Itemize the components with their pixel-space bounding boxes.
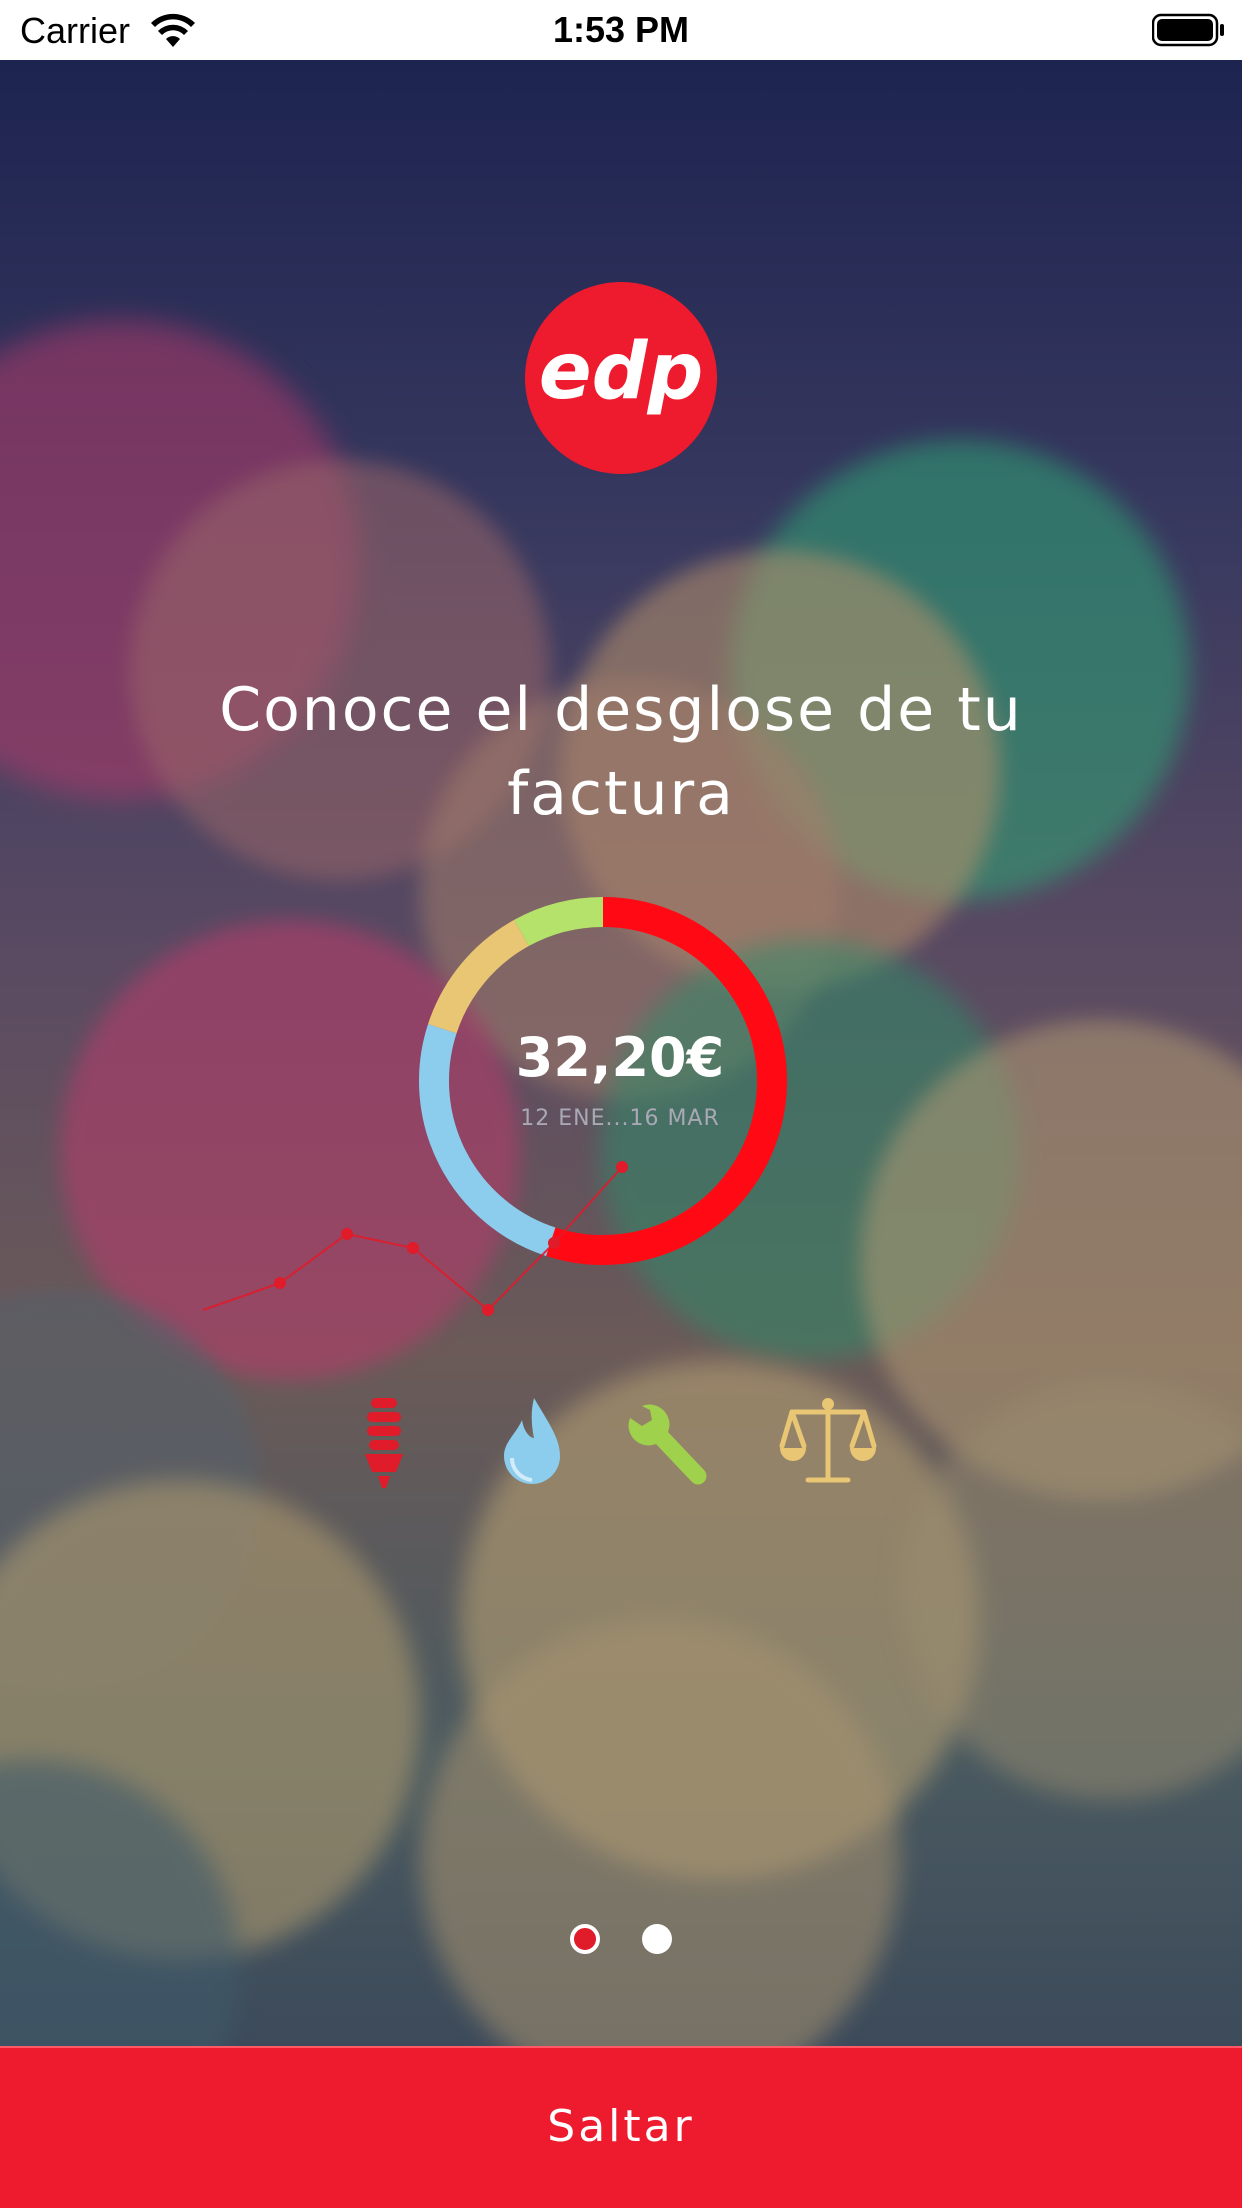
skip-button[interactable]: Saltar bbox=[0, 2046, 1242, 2208]
edp-logo: edp bbox=[525, 282, 717, 474]
trend-point bbox=[482, 1304, 494, 1316]
wrench-icon bbox=[628, 1404, 707, 1485]
status-bar: Carrier 1:53 PM bbox=[0, 0, 1242, 60]
trend-point bbox=[274, 1277, 286, 1289]
onboarding-headline: Conoce el desglose de tu factura bbox=[219, 675, 1023, 829]
trend-point bbox=[616, 1161, 628, 1173]
status-time: 1:53 PM bbox=[552, 9, 690, 50]
water-drop-icon bbox=[504, 1398, 560, 1484]
trend-point bbox=[548, 1237, 560, 1249]
bill-period: 12 ENE...16 MAR bbox=[520, 1106, 720, 1131]
bill-amount: 32,20€ bbox=[515, 1026, 725, 1089]
page-dot-1[interactable] bbox=[570, 1924, 600, 1954]
ring-segment-4 bbox=[514, 897, 604, 947]
ring-segment-3 bbox=[428, 919, 530, 1034]
scale-icon bbox=[779, 1398, 877, 1483]
page-indicator[interactable] bbox=[0, 1922, 1242, 1956]
lightbulb-icon bbox=[365, 1398, 403, 1488]
trend-point bbox=[407, 1242, 419, 1254]
svg-text:edp: edp bbox=[539, 327, 704, 417]
trend-point bbox=[341, 1228, 353, 1240]
page-dot-2[interactable] bbox=[642, 1924, 672, 1954]
edp-logo-mark: edp bbox=[539, 327, 704, 417]
battery-icon bbox=[1152, 13, 1224, 47]
